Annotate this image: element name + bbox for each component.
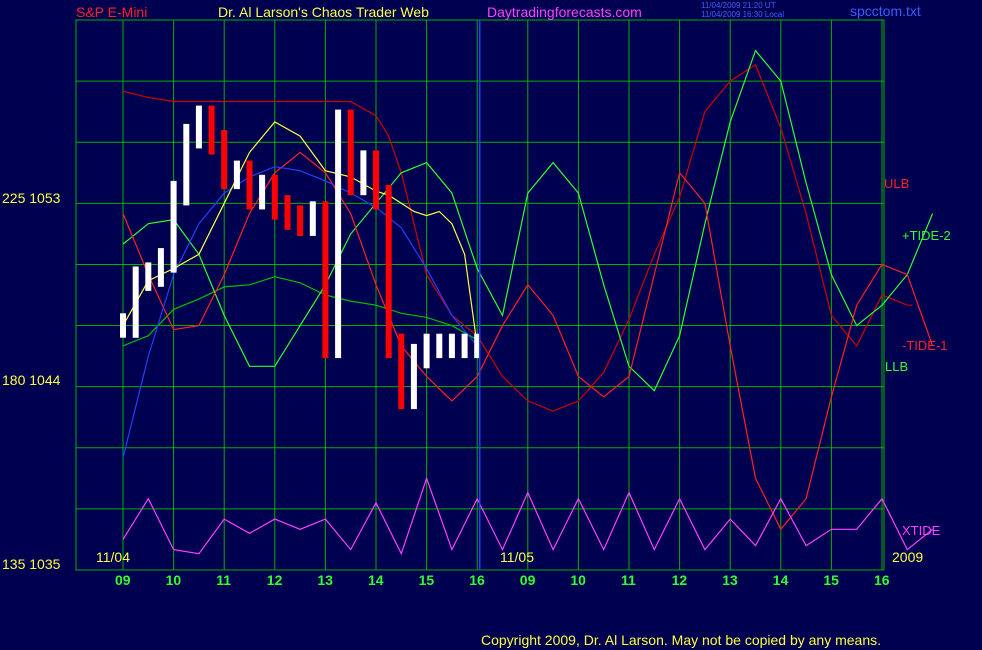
x-tick-label: 15: [823, 572, 839, 588]
price-bar: [373, 150, 379, 210]
price-bar: [271, 174, 278, 220]
price-bar: [347, 109, 354, 196]
price-bar: [170, 180, 177, 273]
timestamp-local: 11/04/2009 16:30 Local: [701, 10, 785, 19]
y-tick-label: 180 1044: [2, 372, 61, 388]
copyright-notice: Copyright 2009, Dr. Al Larson. May not b…: [481, 632, 882, 648]
app-title: Dr. Al Larson's Chaos Trader Web: [218, 4, 429, 20]
file-name: spcctom.txt: [850, 3, 921, 19]
x-tick-label: 14: [772, 572, 789, 588]
y-tick-label: 225 1053: [2, 190, 61, 206]
x-tick-label: 15: [418, 572, 435, 588]
x-tick-label: 11: [621, 572, 636, 588]
chart-stage: S&P E-Mini Dr. Al Larson's Chaos Trader …: [0, 0, 982, 650]
price-bar: [195, 105, 202, 149]
price-bar: [145, 262, 152, 291]
price-bar: [233, 160, 240, 190]
x-tick-label: 12: [266, 572, 283, 588]
x-tick-label: 10: [165, 572, 182, 588]
price-bar: [284, 195, 291, 230]
symbol-label: S&P E-Mini: [76, 4, 148, 20]
price-bar: [410, 343, 417, 410]
x-tick-label: 13: [722, 572, 738, 588]
series-line: [122, 63, 913, 412]
x-tick-label: 09: [115, 572, 131, 588]
price-bar: [385, 185, 392, 359]
price-bar: [335, 109, 342, 359]
date-label: 11/05: [500, 549, 534, 565]
price-bar: [309, 201, 316, 236]
price-bar: [360, 150, 367, 196]
price-bar: [120, 313, 126, 338]
x-tick-label: 14: [368, 572, 384, 588]
price-bar: [423, 333, 430, 369]
price-bar: [132, 266, 139, 338]
series-label-tide2: +TIDE-2: [902, 228, 951, 243]
price-bar: [436, 333, 443, 359]
price-bar: [398, 333, 405, 410]
x-tick-label: 16: [874, 572, 890, 588]
price-bar: [157, 248, 164, 287]
timestamp-ut: 11/04/2009 21:20 UT: [701, 1, 776, 10]
year-label: 2009: [892, 549, 924, 565]
price-bar: [297, 205, 304, 236]
price-bar: [183, 123, 190, 206]
date-label: 11/04: [96, 549, 130, 565]
price-bar: [221, 130, 228, 190]
price-bar: [246, 160, 253, 210]
price-bar: [322, 201, 329, 359]
x-tick-label: 13: [317, 572, 333, 588]
x-tick-label: 11: [216, 572, 231, 588]
chart-svg: [75, 19, 934, 571]
price-bar: [259, 174, 266, 210]
price-bar: [448, 333, 455, 359]
site-link[interactable]: Daytradingforecasts.com: [487, 4, 642, 20]
price-bar: [461, 333, 468, 359]
series-label-tide1: -TIDE-1: [902, 338, 948, 353]
y-tick-label: 135 1035: [2, 556, 61, 572]
series-label-xtide: XTIDE: [902, 523, 941, 538]
x-tick-label: 12: [671, 572, 688, 588]
series-label-llb: LLB: [885, 359, 909, 374]
price-bar: [208, 105, 215, 155]
x-tick-label: 16: [469, 572, 485, 588]
x-tick-label: 09: [519, 572, 536, 588]
x-tick-label: 10: [570, 572, 586, 588]
series-label-ulb: ULB: [884, 176, 910, 191]
